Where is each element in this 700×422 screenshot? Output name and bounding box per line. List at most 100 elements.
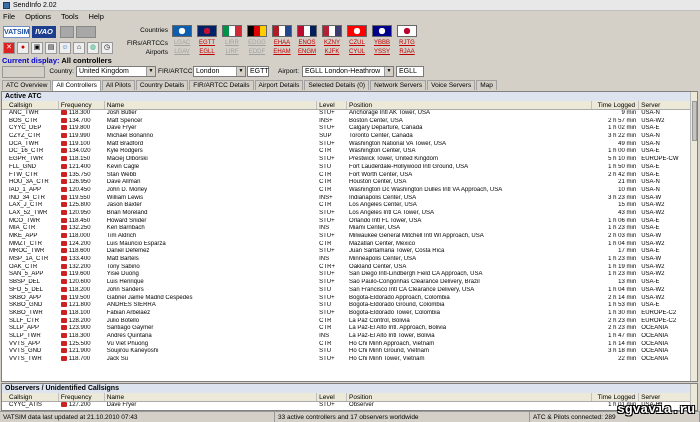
menu-tools[interactable]: Tools (61, 12, 79, 21)
table-row[interactable]: MIA_CTR 132.250 Ken Barnbach INS Miami Cente… (2, 225, 697, 233)
column-header-server[interactable]: Server (639, 393, 697, 401)
fir-link-ehaa[interactable]: EHAA (272, 39, 292, 47)
vatsim-logo[interactable]: VATSIM (3, 26, 30, 38)
table-row[interactable]: IAD_1_APP 120.450 John D. Morley CTR Washing… (2, 186, 697, 195)
tab-fir-artcc-details[interactable]: FIR/ARTCC Details (189, 80, 254, 90)
column-header-callsign[interactable]: Callsign (2, 101, 59, 109)
ivao-logo[interactable]: IVAO (32, 26, 56, 38)
fir-link-egtt[interactable]: EGTT (197, 39, 217, 47)
table-row[interactable]: HOU_3A_CTR 126.950 Dave Allman CTR Houston C… (2, 179, 697, 187)
fir-link-enos[interactable]: ENOS (297, 39, 317, 47)
table-row[interactable]: OAK_CTR 132.200 Tony Sabino CTR+ Oakland Cen… (2, 263, 697, 272)
table-row[interactable]: DC_16_CTR 134.020 Kyle Rodgers CTR Washingto… (2, 148, 697, 156)
column-header-position[interactable]: Position (347, 393, 593, 401)
tab-country-details[interactable]: Country Details (135, 80, 189, 90)
fir-link-kzny[interactable]: KZNY (322, 39, 342, 47)
table-row[interactable]: SAN_5_APP 119.600 Yisie Duong STU+ San Diego… (2, 271, 697, 279)
column-header-server[interactable]: Server (639, 101, 697, 109)
table-row[interactable]: VVTS_APP 125.500 Vu Viet Phuong CTR Ho Chi M… (2, 340, 697, 349)
airport-code-field[interactable]: EGLL (396, 66, 424, 77)
menu-help[interactable]: Help (88, 12, 103, 21)
table-row[interactable]: CYYC_DEP 119.800 Dave Fryer STU+ Calgary Dep… (2, 125, 697, 133)
table-row[interactable]: VVTS_TWR 118.700 Jack Su STU+ Ho Chi Minh To… (2, 356, 697, 364)
flag-japan-icon[interactable] (397, 25, 417, 37)
home-icon[interactable]: ⌂ (73, 42, 85, 54)
flag-united-kingdom-icon[interactable] (197, 25, 217, 37)
atc-scrollbar[interactable] (690, 92, 697, 381)
tab-selected-details-0[interactable]: Selected Details (0) (304, 80, 370, 90)
tab-network-servers[interactable]: Network Servers (370, 80, 427, 90)
fir-link-lgac[interactable]: LGAC (172, 39, 192, 47)
earth-button[interactable] (2, 66, 45, 78)
tab-all-controllers[interactable]: All Controllers (52, 80, 101, 91)
network-icon[interactable] (60, 26, 74, 38)
refresh-icon[interactable] (76, 26, 96, 38)
table-row[interactable]: MROC_TWR 118.600 Daniel Defemez STU+ Juan Sa… (2, 248, 697, 256)
column-header-level[interactable]: Level (317, 393, 348, 401)
table-row[interactable]: FLL_GND 121.400 Kevin Cagle STU Fort Lauderd… (2, 163, 697, 172)
column-header-callsign[interactable]: Callsign (2, 393, 59, 401)
table-row[interactable]: SLLF_CTR 128.200 Julio Botello CTR La Paz Co… (2, 317, 697, 326)
fir-link-edgg[interactable]: EDGG (247, 39, 267, 47)
table-row[interactable]: LAX_J_CTR 125.800 Jason Baxter CTR Los Angel… (2, 202, 697, 210)
tab-all-pilots[interactable]: All Pilots (101, 80, 135, 90)
column-header-name[interactable]: Name (105, 101, 318, 109)
table-row[interactable]: MSP_1A_CTR 133.400 Matt Bartels INS Minneapo… (2, 256, 697, 264)
column-header-time-logged[interactable]: Time Logged (592, 101, 640, 109)
column-header-position[interactable]: Position (347, 101, 593, 109)
table-row[interactable]: CZYZ_CTR 119.990 Michael Bonanno SUP Toronto… (2, 133, 697, 141)
table-row[interactable]: ANC_TWR 118.300 Josh Butler STU+ Anchorage I… (2, 110, 697, 118)
tab-airport-details[interactable]: Airport Details (254, 80, 304, 90)
table-row[interactable]: VVTS_GND 121.900 Soujirou Kaneyoshi STU Ho C… (2, 348, 697, 356)
column-header-level[interactable]: Level (317, 101, 348, 109)
flag-usa-icon[interactable] (322, 25, 342, 37)
flag-netherlands-icon[interactable] (272, 25, 292, 37)
country-select[interactable]: United Kingdom ▼ (76, 66, 156, 77)
table-row[interactable]: CYYC_ATIS 127.200 Dave Fryer STU+ Observer 1 … (2, 402, 697, 410)
fir-code-field[interactable]: EGTT (247, 66, 269, 77)
tab-voice-servers[interactable]: Voice Servers (427, 80, 476, 90)
fir-link-czul[interactable]: CZUL (347, 39, 367, 47)
table-row[interactable]: EGPR_TWR 118.150 Maciej Olborski STU+ Prestw… (2, 156, 697, 164)
flag-australia-icon[interactable] (372, 25, 392, 37)
table-row[interactable]: SLLP_TWR 118.300 Andres Quintana INS La Paz-… (2, 332, 697, 341)
image-icon[interactable]: ▤ (45, 42, 57, 54)
table-row[interactable]: MMZT_CTR 124.200 Luis Mauricio Esparza CTR M… (2, 240, 697, 249)
fir-select[interactable]: London ▼ (193, 66, 246, 77)
stop-icon[interactable]: ✕ (3, 42, 15, 54)
fir-link-lirr[interactable]: LIRR (222, 39, 242, 47)
table-row[interactable]: SFO_5_DEL 118.200 John Sanders STU San Franc… (2, 286, 697, 295)
menu-options[interactable]: Options (25, 12, 51, 21)
table-row[interactable]: SLLP_APP 123.900 Santiago Gaymer CTR La Paz-… (2, 325, 697, 333)
table-row[interactable]: SKBO_GND 121.800 ANDRES SIERRA STU Bogota-El… (2, 302, 697, 310)
fir-link-rjtg[interactable]: RJTG (397, 39, 417, 47)
fir-link-ybbb[interactable]: YBBB (372, 39, 392, 47)
column-header-time-logged[interactable]: Time Logged (592, 393, 640, 401)
camera-icon[interactable]: ▣ (31, 42, 43, 54)
table-row[interactable]: SBSP_DEL 120.600 Luis Henrique STU+ Sao Paul… (2, 279, 697, 287)
airport-select[interactable]: EGLL London-Heathrow ▼ (302, 66, 394, 77)
table-row[interactable]: SKBO_TWR 118.100 Fabian Arbelaez STU+ Bogota… (2, 309, 697, 318)
column-header-frequency[interactable]: Frequency (59, 101, 105, 109)
table-row[interactable]: MKE_APP 118.000 Tim Aldrich STU+ Milwaukee G… (2, 233, 697, 241)
table-row[interactable]: LAX_52_TWR 120.950 Brian Moreland STU+ Los A… (2, 209, 697, 218)
user-icon[interactable]: ☺ (59, 42, 71, 54)
table-row[interactable]: FTW_CTR 135.750 Stan Webb CTR Fort Worth Cen… (2, 171, 697, 180)
flag-canada-icon[interactable] (347, 25, 367, 37)
tab-atc-overview[interactable]: ATC Overview (2, 80, 52, 90)
record-icon[interactable]: ● (17, 42, 29, 54)
column-header-name[interactable]: Name (105, 393, 318, 401)
menu-file[interactable]: File (3, 12, 15, 21)
table-row[interactable]: SKBO_APP 119.500 Gabriel Jaime Madrid Cesp… (2, 294, 697, 303)
flag-germany-icon[interactable] (247, 25, 267, 37)
flag-greece-icon[interactable] (172, 25, 192, 37)
column-header-frequency[interactable]: Frequency (59, 393, 105, 401)
table-row[interactable]: DCA_TWR 119.100 Matt Bradford STU+ Washingto… (2, 140, 697, 149)
table-row[interactable]: BOS_CTR 134.700 Matt Spencer INS+ Boston Cen… (2, 117, 697, 126)
flag-italy-icon[interactable] (222, 25, 242, 37)
clock-icon[interactable]: ◷ (101, 42, 113, 54)
table-row[interactable]: IND_34_CTR 119.550 William Lewis INS+ Indian… (2, 194, 697, 203)
table-row[interactable]: MCO_TWR 118.450 Howard Snider STU+ Orlando I… (2, 217, 697, 226)
scroll-thumb[interactable] (692, 101, 697, 141)
flag-norway-icon[interactable] (297, 25, 317, 37)
